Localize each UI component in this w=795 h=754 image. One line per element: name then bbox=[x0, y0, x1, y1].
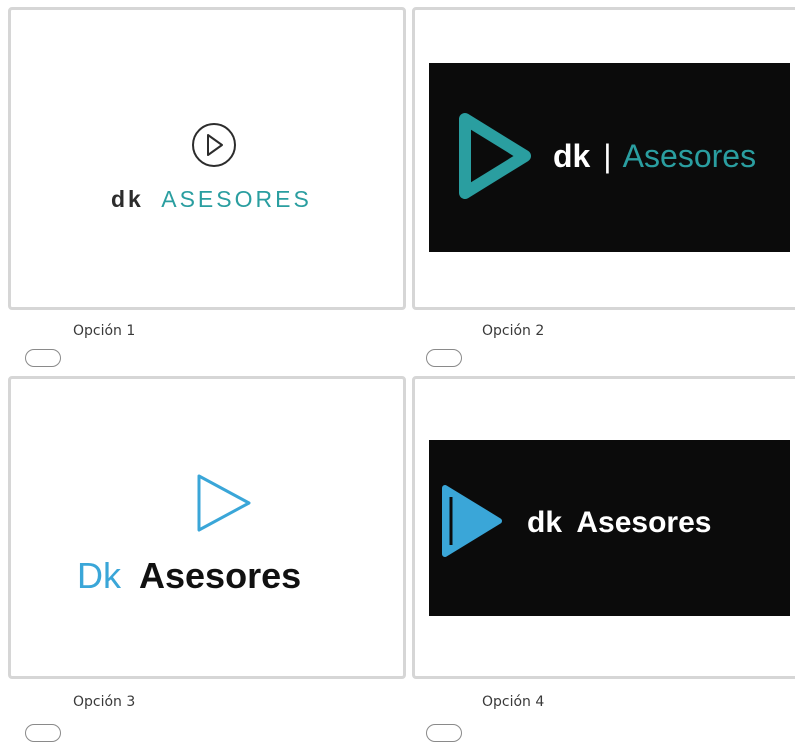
option-4-radio[interactable] bbox=[426, 724, 462, 742]
play-triangle-outline-icon bbox=[197, 474, 251, 532]
logo-name-text: Asesores bbox=[576, 506, 712, 539]
logo-name-text: ASESORES bbox=[161, 186, 312, 212]
logo-dk-text: dk bbox=[111, 186, 144, 212]
option-1-card[interactable]: dk ASESORES bbox=[8, 7, 406, 310]
option-1-radio[interactable] bbox=[25, 349, 61, 367]
option-4-caption: Opción 4 bbox=[482, 694, 545, 710]
option-2-radio[interactable] bbox=[426, 349, 462, 367]
play-triangle-filled-icon bbox=[442, 485, 502, 557]
option-2-logo: dk | Asesores bbox=[415, 10, 795, 307]
option-1-logo: dk ASESORES bbox=[11, 10, 403, 307]
option-3-card[interactable]: Dk Asesores bbox=[8, 376, 406, 679]
option-2-caption: Opción 2 bbox=[482, 323, 545, 339]
logo-dk-text: Dk bbox=[77, 555, 121, 596]
option-4-card[interactable]: dk Asesores bbox=[412, 376, 795, 679]
option-3-logo: Dk Asesores bbox=[11, 379, 403, 676]
play-circle-icon bbox=[192, 123, 236, 167]
logo-separator: | bbox=[603, 138, 612, 174]
option-3-caption: Opción 3 bbox=[73, 694, 136, 710]
logo-name-text: Asesores bbox=[139, 555, 302, 596]
logo-dk-text: dk bbox=[553, 138, 591, 174]
logo-name-text: Asesores bbox=[622, 138, 757, 174]
option-1-caption: Opción 1 bbox=[73, 323, 136, 339]
logo-dk-text: dk bbox=[527, 506, 563, 539]
play-triangle-icon bbox=[459, 113, 531, 199]
option-3-radio[interactable] bbox=[25, 724, 61, 742]
option-4-logo: dk Asesores bbox=[415, 379, 795, 676]
option-2-card[interactable]: dk | Asesores bbox=[412, 7, 795, 310]
